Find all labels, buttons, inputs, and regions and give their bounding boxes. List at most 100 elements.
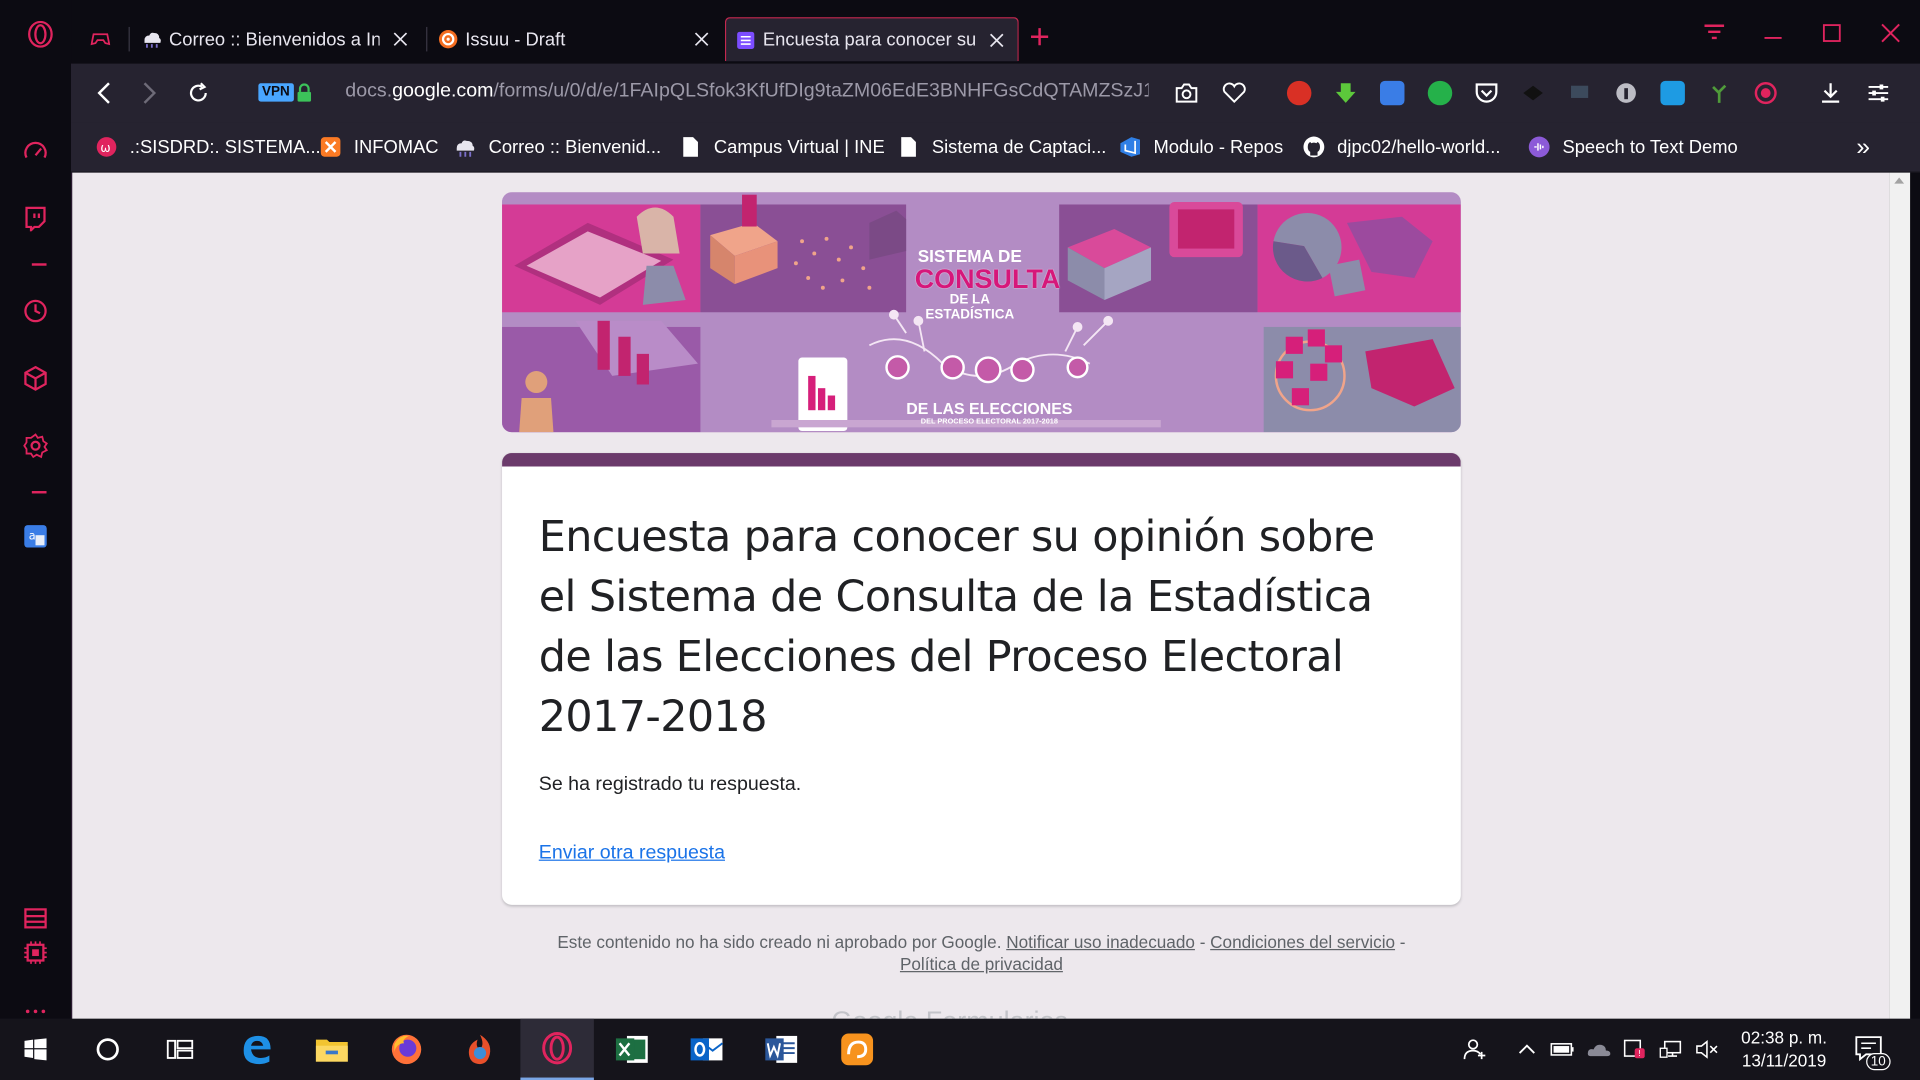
bookmark-correo[interactable]: Correo :: Bienvenid... — [454, 132, 661, 161]
maximize-icon[interactable] — [1802, 15, 1861, 52]
bookmark-infomac[interactable]: INFOMAC — [320, 132, 439, 161]
tab-title: Encuesta para conocer su o — [762, 29, 976, 51]
youtube-extension-icon[interactable] — [1286, 80, 1312, 106]
uc-browser-icon[interactable] — [820, 1019, 893, 1080]
screen-extension-icon[interactable] — [1567, 81, 1591, 105]
opera-gx-taskbar-icon[interactable] — [520, 1018, 594, 1080]
action-center-icon[interactable]: 10 — [1854, 1033, 1891, 1071]
bookmark-sisdrd[interactable]: ω .:SISDRD:. SISTEMA... — [96, 132, 321, 161]
bookmark-heart-icon[interactable] — [1220, 78, 1249, 107]
tab-correo[interactable]: Correo :: Bienvenidos a Inic — [132, 17, 421, 61]
bookmark-github[interactable]: djpc02/hello-world... — [1303, 132, 1501, 161]
onedrive-cloud-icon[interactable] — [1587, 1037, 1611, 1061]
form-response-card: Encuesta para conocer su opinión sobre e… — [502, 453, 1461, 905]
vpn-badge[interactable]: VPN — [258, 83, 294, 102]
report-abuse-link[interactable]: Notificar uso inadecuado — [1006, 932, 1195, 952]
tab-menu-icon[interactable] — [1685, 15, 1744, 52]
tab-title: Issuu - Draft — [465, 28, 566, 50]
close-window-icon[interactable] — [1861, 15, 1920, 52]
mail-cloud-icon — [454, 136, 476, 158]
banner-subtitle: DE LAS ELECCIONES DEL PROCESO ELECTORAL … — [891, 400, 1087, 427]
reload-icon[interactable] — [184, 78, 213, 107]
scroll-up-arrow-icon[interactable] — [1894, 177, 1905, 184]
forward-icon[interactable] — [135, 78, 164, 107]
sidebar-separator — [31, 263, 47, 266]
battery-icon[interactable] — [1550, 1037, 1574, 1061]
close-tab-icon[interactable] — [983, 26, 1010, 53]
footer-separator: - — [1194, 931, 1211, 952]
people-icon[interactable] — [1462, 1037, 1486, 1061]
downloads-icon[interactable] — [1816, 78, 1845, 107]
task-view-icon[interactable] — [143, 1019, 216, 1080]
translate-alt-extension-icon[interactable] — [1660, 80, 1685, 106]
file-explorer-icon[interactable] — [295, 1019, 368, 1080]
blocker-extension-icon[interactable] — [1521, 81, 1545, 105]
windows-start-icon[interactable] — [0, 1019, 71, 1080]
settings-gear-icon[interactable] — [21, 431, 50, 460]
record-extension-icon[interactable] — [1753, 81, 1777, 105]
excel-icon[interactable] — [595, 1019, 668, 1080]
url-prefix: docs. — [345, 80, 393, 102]
page-icon — [680, 136, 702, 158]
bookmark-label: djpc02/hello-world... — [1337, 136, 1501, 158]
bookmarks-overflow-button[interactable]: » — [1856, 132, 1870, 161]
url-field[interactable]: docs.google.com/forms/u/0/d/e/1FAIpQLSfo… — [345, 81, 1148, 105]
plant-extension-icon[interactable] — [1707, 81, 1731, 105]
translate-extension-icon[interactable] — [1380, 80, 1405, 106]
firefox-icon[interactable] — [370, 1019, 443, 1080]
speech-demo-icon — [1528, 136, 1550, 158]
snapshot-camera-icon[interactable] — [1172, 78, 1201, 107]
tab-issuu[interactable]: Issuu - Draft — [429, 17, 723, 61]
google-forms-logo[interactable]: Google Formularios — [831, 1005, 1068, 1018]
translator-icon[interactable]: a — [21, 522, 50, 551]
close-tab-icon[interactable] — [688, 26, 715, 53]
twitch-icon[interactable] — [21, 203, 50, 232]
bookmark-campus-virtual[interactable]: Campus Virtual | INE — [680, 132, 885, 161]
firefox-dev-icon[interactable] — [443, 1019, 516, 1080]
page-scrollbar[interactable] — [1889, 172, 1911, 1019]
submit-another-response-link[interactable]: Enviar otra respuesta — [539, 842, 725, 864]
lock-icon[interactable] — [294, 78, 314, 107]
tab-gx-corner[interactable] — [81, 17, 130, 61]
privacy-policy-link[interactable]: Política de privacidad — [900, 954, 1063, 974]
security-alert-icon[interactable]: ! — [1622, 1037, 1646, 1061]
keyhole-extension-icon[interactable] — [1614, 81, 1638, 105]
close-tab-icon[interactable] — [387, 26, 414, 53]
history-icon[interactable] — [21, 296, 50, 325]
bookmark-modulo-repos[interactable]: Modulo - Repos — [1119, 132, 1283, 161]
cortana-icon[interactable] — [71, 1019, 144, 1080]
new-tab-button[interactable] — [1024, 17, 1066, 61]
tab-encuesta-active[interactable]: Encuesta para conocer su o — [724, 17, 1019, 62]
minimize-icon[interactable] — [1744, 15, 1803, 52]
back-icon[interactable] — [89, 78, 118, 107]
gx-control-icon[interactable] — [21, 138, 50, 167]
extensions-cube-icon[interactable] — [21, 364, 50, 393]
disclaimer-text: Este contenido no ha sido creado ni apro… — [557, 931, 1002, 952]
notification-count-badge: 10 — [1865, 1053, 1891, 1071]
window-edge — [1910, 172, 1920, 1019]
svg-text:ω: ω — [100, 141, 110, 155]
word-icon[interactable] — [744, 1019, 817, 1080]
bookmark-sistema-captacion[interactable]: Sistema de Captaci... — [898, 132, 1106, 161]
tab-divider — [128, 26, 130, 52]
bookmark-speech-demo[interactable]: Speech to Text Demo — [1528, 132, 1738, 161]
github-icon — [1303, 136, 1325, 158]
easy-setup-icon[interactable] — [1864, 78, 1893, 107]
volume-muted-icon[interactable] — [1695, 1037, 1719, 1061]
bookmark-label: INFOMAC — [353, 136, 439, 158]
ram-limiter-icon[interactable] — [21, 904, 50, 933]
edge-icon[interactable] — [220, 1019, 293, 1080]
terms-of-service-link[interactable]: Condiciones del servicio — [1210, 932, 1395, 952]
opera-gx-logo-icon[interactable] — [26, 20, 55, 49]
network-icon[interactable] — [1659, 1037, 1683, 1061]
gamepad-icon — [90, 29, 111, 49]
pushbullet-extension-icon[interactable] — [1427, 80, 1453, 106]
clock-time: 02:38 p. m. — [1741, 1027, 1827, 1047]
show-hidden-icons-chevron-icon[interactable] — [1515, 1037, 1539, 1061]
pocket-extension-icon[interactable] — [1474, 81, 1498, 105]
banner-subtitle-main: DE LAS ELECCIONES — [906, 399, 1073, 418]
download-extension-icon[interactable] — [1333, 81, 1357, 105]
outlook-icon[interactable] — [670, 1019, 743, 1080]
taskbar-clock[interactable]: 02:38 p. m. 13/11/2019 — [1729, 1026, 1839, 1073]
cpu-limiter-icon[interactable] — [21, 938, 50, 967]
